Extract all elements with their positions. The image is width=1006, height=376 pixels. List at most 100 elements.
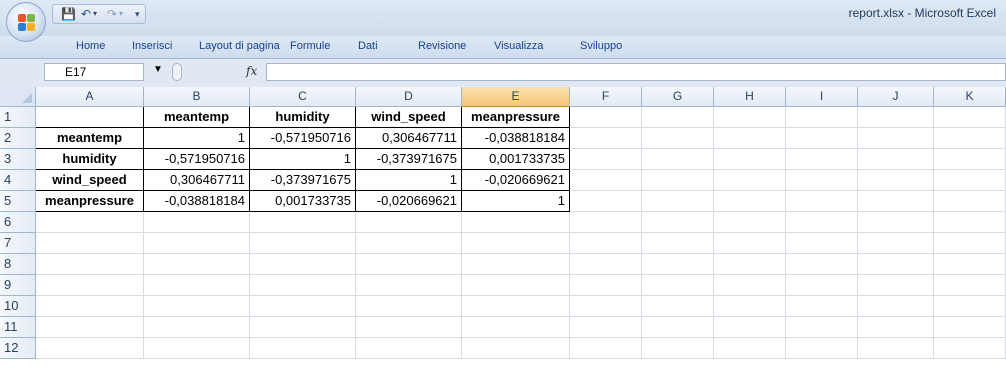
- tab-formule[interactable]: Formule: [286, 40, 334, 52]
- cell-e2[interactable]: -0,038818184: [462, 128, 570, 149]
- cell-k12[interactable]: [934, 338, 1006, 359]
- cell-e1[interactable]: meanpressure: [462, 107, 570, 128]
- cell-h12[interactable]: [714, 338, 786, 359]
- cell-k7[interactable]: [934, 233, 1006, 254]
- cell-f3[interactable]: [570, 149, 642, 170]
- cell-f2[interactable]: [570, 128, 642, 149]
- name-box[interactable]: E17: [44, 63, 144, 81]
- cell-f7[interactable]: [570, 233, 642, 254]
- cell-c6[interactable]: [250, 212, 356, 233]
- cell-f10[interactable]: [570, 296, 642, 317]
- column-header-g[interactable]: G: [642, 87, 714, 107]
- cell-b8[interactable]: [144, 254, 250, 275]
- tab-sviluppo[interactable]: Sviluppo: [576, 40, 626, 52]
- cell-i11[interactable]: [786, 317, 858, 338]
- cell-g4[interactable]: [642, 170, 714, 191]
- cell-c11[interactable]: [250, 317, 356, 338]
- cell-e7[interactable]: [462, 233, 570, 254]
- cell-f8[interactable]: [570, 254, 642, 275]
- row-header-6[interactable]: 6: [0, 212, 36, 233]
- cell-b9[interactable]: [144, 275, 250, 296]
- tab-visualizza[interactable]: Visualizza: [490, 40, 547, 52]
- cell-k5[interactable]: [934, 191, 1006, 212]
- cell-a8[interactable]: [36, 254, 144, 275]
- column-header-e[interactable]: E: [462, 87, 570, 107]
- cell-i4[interactable]: [786, 170, 858, 191]
- cell-h11[interactable]: [714, 317, 786, 338]
- cell-e5[interactable]: 1: [462, 191, 570, 212]
- cell-j11[interactable]: [858, 317, 934, 338]
- cell-d7[interactable]: [356, 233, 462, 254]
- cell-d8[interactable]: [356, 254, 462, 275]
- cell-i10[interactable]: [786, 296, 858, 317]
- cell-a9[interactable]: [36, 275, 144, 296]
- cell-f5[interactable]: [570, 191, 642, 212]
- column-header-f[interactable]: F: [570, 87, 642, 107]
- row-header-9[interactable]: 9: [0, 275, 36, 296]
- row-header-10[interactable]: 10: [0, 296, 36, 317]
- cell-j12[interactable]: [858, 338, 934, 359]
- row-header-8[interactable]: 8: [0, 254, 36, 275]
- cell-i9[interactable]: [786, 275, 858, 296]
- cell-e10[interactable]: [462, 296, 570, 317]
- cell-e11[interactable]: [462, 317, 570, 338]
- cell-h4[interactable]: [714, 170, 786, 191]
- cell-h8[interactable]: [714, 254, 786, 275]
- cell-d9[interactable]: [356, 275, 462, 296]
- cell-d2[interactable]: 0,306467711: [356, 128, 462, 149]
- cell-e3[interactable]: 0,001733735: [462, 149, 570, 170]
- cell-a4[interactable]: wind_speed: [36, 170, 144, 191]
- cell-k10[interactable]: [934, 296, 1006, 317]
- cell-k4[interactable]: [934, 170, 1006, 191]
- cell-g5[interactable]: [642, 191, 714, 212]
- cell-j4[interactable]: [858, 170, 934, 191]
- cell-c8[interactable]: [250, 254, 356, 275]
- cell-h10[interactable]: [714, 296, 786, 317]
- cell-e8[interactable]: [462, 254, 570, 275]
- cell-e4[interactable]: -0,020669621: [462, 170, 570, 191]
- cell-i5[interactable]: [786, 191, 858, 212]
- cell-c7[interactable]: [250, 233, 356, 254]
- cell-e6[interactable]: [462, 212, 570, 233]
- cell-b6[interactable]: [144, 212, 250, 233]
- cell-b12[interactable]: [144, 338, 250, 359]
- redo-icon[interactable]: ↷: [107, 7, 117, 21]
- cell-a2[interactable]: meantemp: [36, 128, 144, 149]
- cell-a3[interactable]: humidity: [36, 149, 144, 170]
- tab-inserisci[interactable]: Inserisci: [128, 40, 176, 52]
- cell-b11[interactable]: [144, 317, 250, 338]
- cell-f4[interactable]: [570, 170, 642, 191]
- cell-g11[interactable]: [642, 317, 714, 338]
- cell-c5[interactable]: 0,001733735: [250, 191, 356, 212]
- cell-c3[interactable]: 1: [250, 149, 356, 170]
- cell-b2[interactable]: 1: [144, 128, 250, 149]
- cell-f6[interactable]: [570, 212, 642, 233]
- cell-g2[interactable]: [642, 128, 714, 149]
- cell-j2[interactable]: [858, 128, 934, 149]
- row-header-2[interactable]: 2: [0, 128, 36, 149]
- cell-f1[interactable]: [570, 107, 642, 128]
- cell-i2[interactable]: [786, 128, 858, 149]
- undo-dropdown-icon[interactable]: ▾: [93, 7, 97, 21]
- office-button[interactable]: [6, 2, 46, 42]
- cell-d11[interactable]: [356, 317, 462, 338]
- cell-h2[interactable]: [714, 128, 786, 149]
- row-header-7[interactable]: 7: [0, 233, 36, 254]
- cell-a7[interactable]: [36, 233, 144, 254]
- cell-j8[interactable]: [858, 254, 934, 275]
- cell-i8[interactable]: [786, 254, 858, 275]
- cell-h9[interactable]: [714, 275, 786, 296]
- formula-input[interactable]: [266, 63, 1006, 81]
- column-header-k[interactable]: K: [934, 87, 1006, 107]
- cell-d1[interactable]: wind_speed: [356, 107, 462, 128]
- cell-a10[interactable]: [36, 296, 144, 317]
- cell-k3[interactable]: [934, 149, 1006, 170]
- cell-d5[interactable]: -0,020669621: [356, 191, 462, 212]
- row-header-12[interactable]: 12: [0, 338, 36, 359]
- cell-f11[interactable]: [570, 317, 642, 338]
- cell-g7[interactable]: [642, 233, 714, 254]
- cell-c9[interactable]: [250, 275, 356, 296]
- column-header-b[interactable]: B: [144, 87, 250, 107]
- cell-i1[interactable]: [786, 107, 858, 128]
- cell-a12[interactable]: [36, 338, 144, 359]
